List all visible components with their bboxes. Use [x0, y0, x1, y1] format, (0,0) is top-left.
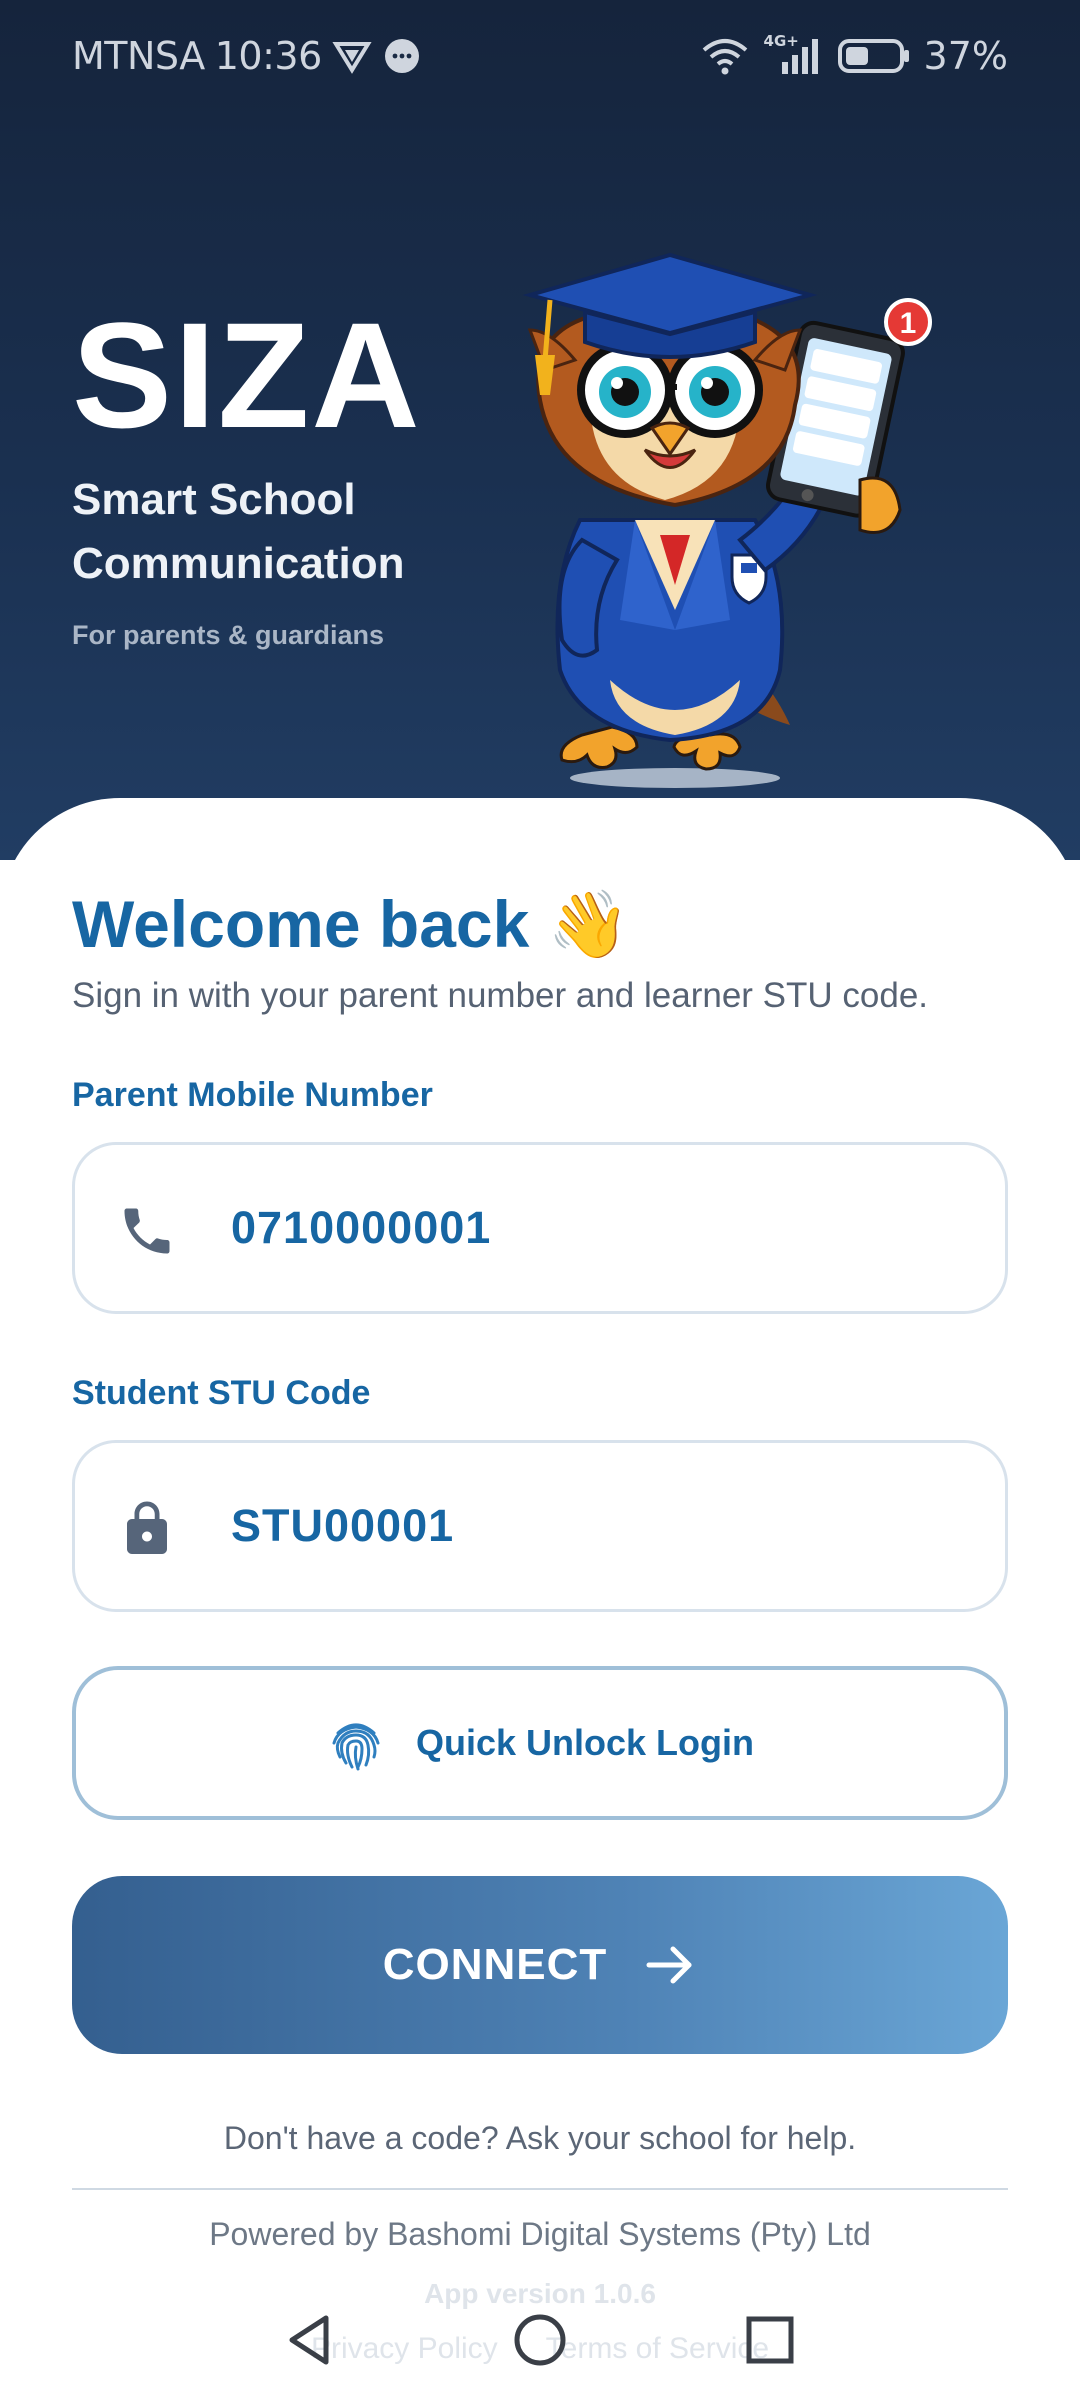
login-screen: MTNSA 10:36 4G+ 37% SIZA Smart School Co… — [0, 0, 1080, 2388]
carrier-text: MTNSA — [72, 34, 205, 78]
mobile-number-input[interactable] — [231, 1145, 951, 1311]
mobile-number-field[interactable] — [72, 1142, 1008, 1314]
quick-unlock-label: Quick Unlock Login — [415, 1722, 755, 1763]
owl-mascot-illustration: 1 — [522, 252, 932, 788]
hero-banner: MTNSA 10:36 4G+ 37% SIZA Smart School Co… — [0, 0, 1080, 860]
arrow-right-icon — [646, 1946, 692, 1984]
battery-icon — [837, 39, 909, 73]
signal-icon: 4G+ — [764, 32, 824, 76]
powered-by-text: Powered by Bashomi Digital Systems (Pty)… — [209, 2216, 871, 2252]
phone-notification-badge: 1 — [900, 307, 917, 340]
battery-percent: 37% — [923, 34, 1008, 78]
lock-icon — [127, 1501, 167, 1554]
phone-icon — [124, 1208, 170, 1254]
status-bar: MTNSA 10:36 4G+ 37% — [0, 0, 1080, 124]
message-icon — [384, 39, 419, 73]
recents-icon[interactable] — [730, 2300, 810, 2380]
welcome-subtitle: Sign in with your parent number and lear… — [72, 976, 929, 1015]
app-tagline: For parents & guardians — [72, 620, 385, 650]
app-title: SIZA — [72, 291, 422, 459]
vpn-icon — [332, 42, 372, 74]
clock-text: 10:36 — [214, 34, 323, 78]
wifi-icon — [702, 39, 747, 75]
login-card: Welcome back 👋 Sign in with your parent … — [0, 798, 1080, 2388]
stu-code-input[interactable] — [231, 1443, 951, 1609]
help-text: Don't have a code? Ask your school for h… — [223, 2120, 857, 2156]
status-left: MTNSA 10:36 — [72, 34, 422, 78]
stu-code-label: Student STU Code — [72, 1374, 371, 1412]
stu-code-field[interactable] — [72, 1440, 1008, 1612]
connect-label: CONNECT — [382, 1940, 608, 1989]
connect-button[interactable]: CONNECT — [72, 1876, 1008, 2054]
system-navigation-bar — [0, 2290, 1080, 2388]
fingerprint-icon — [332, 1723, 380, 1771]
mobile-number-label: Parent Mobile Number — [72, 1076, 433, 1114]
status-right: 4G+ 37% — [700, 32, 1008, 78]
home-icon[interactable] — [500, 2300, 580, 2380]
quick-unlock-button[interactable]: Quick Unlock Login — [72, 1666, 1008, 1820]
footer-divider — [72, 2188, 1008, 2190]
welcome-title: Welcome back 👋 — [72, 887, 630, 961]
app-subtitle: Smart School Communication — [72, 475, 405, 588]
back-icon[interactable] — [270, 2300, 350, 2380]
